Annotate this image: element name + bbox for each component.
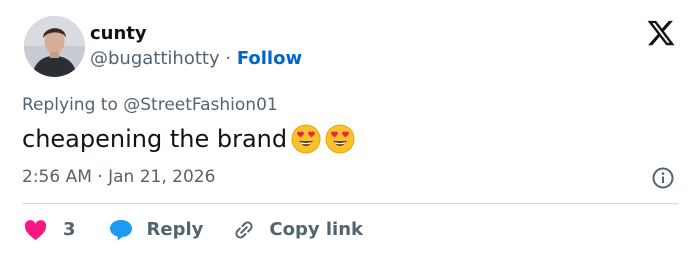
heart-eyes-emoji (325, 124, 355, 154)
like-button[interactable]: 3 (24, 219, 76, 241)
copy-link-label: Copy link (269, 219, 363, 240)
author-display-name[interactable]: cunty (90, 23, 147, 45)
separator-dot: · (225, 48, 232, 69)
heart-icon (24, 219, 47, 240)
heart-eyes-emoji (291, 124, 321, 154)
reply-label: Reply (146, 219, 204, 240)
reply-button[interactable]: Reply (108, 218, 204, 242)
divider (22, 203, 678, 204)
x-logo-icon[interactable] (646, 18, 676, 48)
tweet-timestamp[interactable]: 2:56 AM · Jan 21, 2026 (22, 166, 215, 188)
like-count: 3 (63, 219, 76, 240)
follow-button[interactable]: Follow (237, 48, 302, 69)
replying-to-text[interactable]: Replying to @StreetFashion01 (22, 94, 278, 116)
speech-bubble-icon (109, 220, 132, 241)
avatar[interactable] (24, 16, 85, 77)
link-icon (235, 221, 253, 239)
copy-link-button[interactable]: Copy link (231, 217, 363, 243)
action-bar: 3 Reply Copy link (24, 216, 363, 244)
author-handle[interactable]: @bugattihotty (90, 48, 220, 69)
embedded-tweet-card: cunty @bugattihotty · Follow Replying to… (0, 0, 700, 256)
tweet-text: cheapening the brand (22, 125, 288, 153)
info-icon[interactable] (652, 167, 674, 189)
author-handle-line: @bugattihotty · Follow (90, 48, 302, 70)
tweet-body: cheapening the brand (22, 123, 355, 155)
